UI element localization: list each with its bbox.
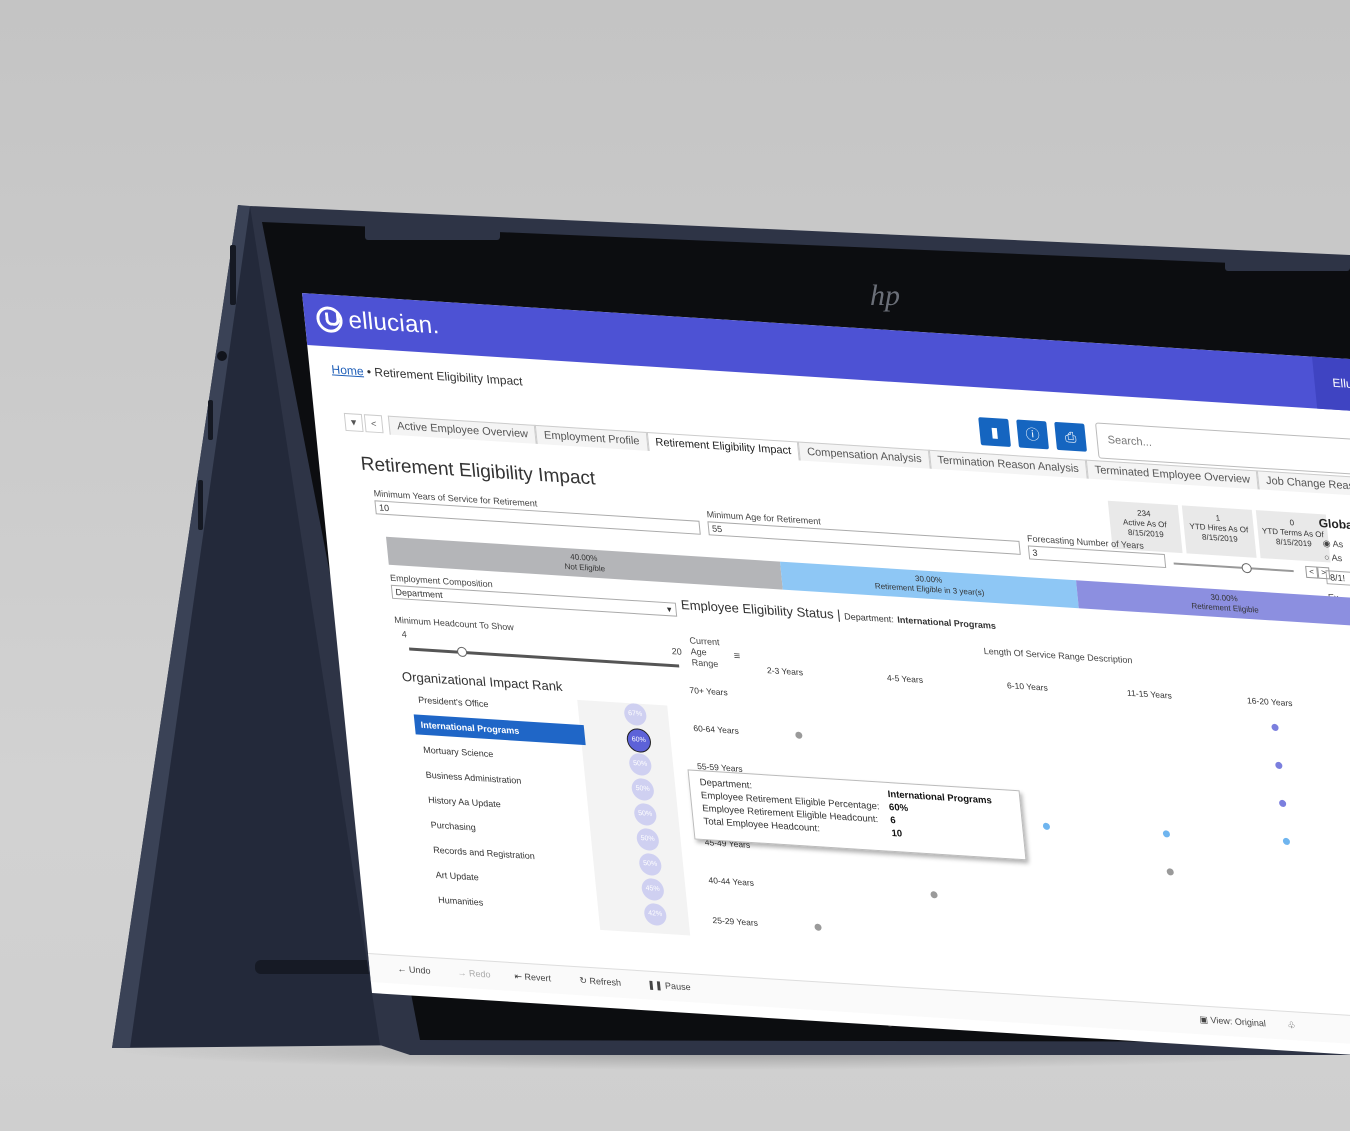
scatter-point[interactable]: [1162, 830, 1171, 838]
breadcrumb: Home • Retirement Eligibility Impact: [331, 362, 523, 388]
eligibility-bar-segment[interactable]: 30.00% Retirement Eligible: [1075, 580, 1350, 627]
headcount-label: Minimum Headcount To Show: [393, 614, 515, 633]
view-icon: ▣: [1198, 1014, 1209, 1025]
status-dept-label: Department:: [843, 611, 895, 625]
ellucian-logo-icon: [315, 305, 344, 334]
status-title-text: Employee Eligibility Status |: [680, 597, 842, 623]
revert-button[interactable]: ⇤ Revert: [514, 971, 552, 984]
sort-icon[interactable]: ≡: [733, 650, 741, 662]
scatter-point[interactable]: [1282, 837, 1291, 846]
undo-button[interactable]: ← Undo: [397, 964, 431, 976]
alert-bell-icon[interactable]: ♧: [1287, 1020, 1296, 1032]
kpi-hires: 1 YTD Hires As Of 8/15/2019: [1181, 505, 1257, 558]
tooltip-total-value: 10: [891, 827, 903, 840]
headcount-slider-thumb[interactable]: [456, 646, 468, 658]
tab-employment-profile[interactable]: Employment Profile: [535, 424, 649, 451]
search-placeholder: Search...: [1107, 434, 1153, 449]
tooltip-pct-value: 60%: [888, 801, 909, 815]
breadcrumb-separator: •: [366, 364, 372, 379]
redo-label: Redo: [468, 968, 491, 980]
rank-row[interactable]: Humanities: [431, 889, 603, 920]
tab-menu-chevron-down-icon[interactable]: ▼: [343, 412, 364, 433]
tab-termination-reason-analysis[interactable]: Termination Reason Analysis: [928, 449, 1088, 479]
print-icon: ⎙: [1064, 428, 1077, 446]
pause-label: Pause: [664, 980, 692, 993]
column-header[interactable]: 16-20 Years: [1247, 695, 1293, 708]
forecast-increment-button[interactable]: >: [1317, 566, 1331, 580]
undo-label: Undo: [408, 964, 431, 976]
bookmark-button[interactable]: ▮: [978, 417, 1011, 447]
print-button[interactable]: ⎙: [1054, 421, 1087, 452]
global-radio-1-label: As: [1332, 538, 1344, 550]
refresh-icon: ↻: [578, 975, 588, 986]
bookmark-icon: ▮: [989, 423, 1000, 441]
scatter-point[interactable]: [795, 731, 803, 739]
status-dept-value: International Programs: [896, 614, 997, 631]
view-label: View: Original: [1209, 1014, 1267, 1029]
page-title: Retirement Eligibility Impact: [359, 453, 597, 490]
composition-select-value: Department: [395, 587, 444, 600]
forecast-slider-track[interactable]: [1173, 562, 1294, 573]
undo-icon: ←: [396, 963, 407, 975]
global-filter-title: Globa: [1318, 516, 1350, 533]
global-radio-2[interactable]: ○ As: [1324, 552, 1343, 563]
view-original-button[interactable]: ▣ View: Original: [1199, 1014, 1266, 1029]
scatter-point[interactable]: [1042, 822, 1051, 831]
redo-button[interactable]: → Redo: [457, 968, 491, 980]
column-header[interactable]: 11-15 Years: [1127, 688, 1173, 701]
info-button[interactable]: ⓘ: [1016, 419, 1049, 450]
headcount-min: 4: [401, 629, 408, 640]
tab-scroll-left-icon[interactable]: <: [363, 414, 384, 434]
scatter-point[interactable]: [814, 923, 822, 931]
tab-compensation-analysis[interactable]: Compensation Analysis: [798, 441, 931, 469]
refresh-label: Refresh: [588, 975, 622, 988]
brand-logo-text: ellucian.: [347, 306, 441, 340]
column-header[interactable]: 6-10 Years: [1007, 680, 1049, 693]
refresh-button[interactable]: ↻ Refresh: [579, 975, 622, 989]
global-radio-1[interactable]: ◉ As: [1322, 538, 1343, 550]
user-menu[interactable]: Ellu: [1312, 356, 1350, 415]
tab-job-change-reason-analysis[interactable]: Job Change Reason Analysis: [1257, 470, 1350, 500]
tab-active-employee-overview[interactable]: Active Employee Overview: [388, 415, 537, 444]
headcount-max: 20: [671, 646, 683, 657]
tab-retirement-eligibility-impact[interactable]: Retirement Eligibility Impact: [646, 431, 801, 461]
redo-icon: →: [456, 967, 467, 979]
scatter-point[interactable]: [930, 891, 938, 899]
pause-button[interactable]: ❚❚ Pause: [647, 980, 691, 994]
row-header: 40-44 Years: [708, 875, 755, 888]
scatter-point[interactable]: [1278, 799, 1287, 808]
column-header[interactable]: 2-3 Years: [767, 665, 804, 677]
breadcrumb-home-link[interactable]: Home: [331, 362, 364, 378]
tooltip-dept-key: Department:: [699, 777, 753, 792]
min-age-input[interactable]: 55: [707, 521, 1021, 555]
row-header: 25-29 Years: [712, 915, 759, 928]
column-header[interactable]: 4-5 Years: [887, 673, 924, 685]
row-header: 60-64 Years: [692, 723, 740, 736]
scatter-point[interactable]: [1275, 761, 1283, 770]
eligibility-bar-segment[interactable]: 30.00% Retirement Eligible in 3 year(s): [780, 561, 1079, 609]
pause-icon: ❚❚: [646, 979, 663, 991]
hp-logo-icon: hp: [870, 279, 900, 312]
status-title: Employee Eligibility Status | Department…: [680, 597, 996, 632]
info-icon: ⓘ: [1024, 425, 1041, 443]
scatter-point[interactable]: [1271, 723, 1279, 732]
global-radio-2-label: As: [1331, 552, 1343, 564]
chevron-down-icon: ▾: [666, 604, 672, 615]
row-header: 70+ Years: [689, 685, 729, 698]
user-menu-label: Ellu: [1331, 375, 1350, 392]
row-header-label: Current Age Range: [689, 635, 721, 670]
revert-icon: ⇤: [513, 971, 523, 982]
composition-select[interactable]: Department ▾: [390, 584, 678, 617]
scatter-point[interactable]: [1166, 868, 1175, 876]
app-screen: ellucian. Ellu Home • Retirement Eligibi…: [302, 293, 1350, 1063]
headcount-slider-track[interactable]: [409, 647, 680, 668]
breadcrumb-current: Retirement Eligibility Impact: [373, 365, 524, 389]
tooltip-eligible-value: 6: [889, 814, 897, 827]
forecast-slider-thumb[interactable]: [1241, 562, 1253, 574]
col-group-label: Length Of Service Range Description: [983, 645, 1133, 666]
revert-label: Revert: [523, 971, 552, 984]
